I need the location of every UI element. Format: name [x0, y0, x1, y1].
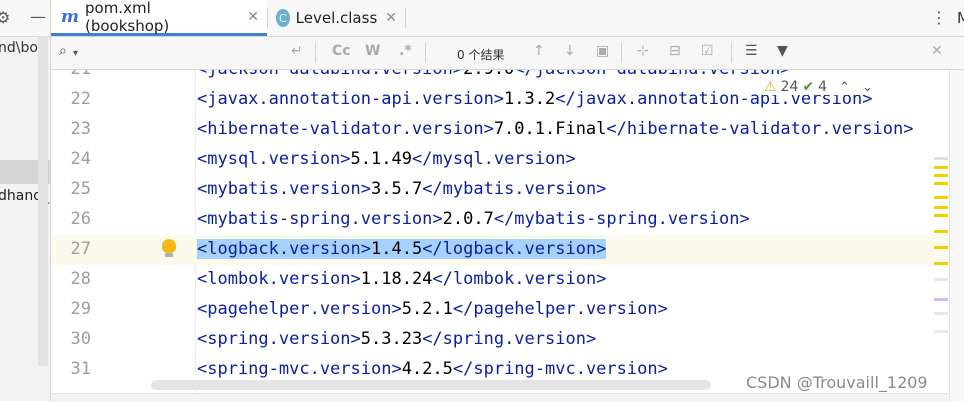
- warning-marker[interactable]: [934, 246, 948, 249]
- line-number: 22: [70, 89, 91, 109]
- chevron-down-icon[interactable]: ▾: [73, 48, 78, 59]
- find-bar-divider: [621, 43, 622, 63]
- code-line[interactable]: 24 <mysql.version>5.1.49</mysql.version>: [51, 145, 949, 175]
- lightbulb-base: [165, 253, 173, 257]
- line-number: 30: [70, 329, 91, 349]
- find-bar-divider: [315, 43, 316, 63]
- right-panel-label[interactable]: M: [957, 9, 964, 27]
- chevron-up-icon[interactable]: ⌃: [839, 80, 850, 95]
- warning-count: 24: [780, 79, 799, 95]
- warning-marker[interactable]: [934, 196, 948, 199]
- code-text[interactable]: <mybatis.version>3.5.7</mybatis.version>: [197, 179, 606, 199]
- open-in-window-icon[interactable]: ▣: [596, 43, 609, 59]
- chevron-down-icon[interactable]: ⌄: [862, 80, 873, 95]
- code-text[interactable]: <pagehelper.version>5.2.1</pagehelper.ve…: [197, 299, 668, 319]
- code-editor[interactable]: 21 <jackson-databind.version>2.9.0</jack…: [51, 70, 949, 401]
- words-button[interactable]: W: [365, 43, 380, 59]
- new-line-icon[interactable]: ↵: [291, 43, 303, 59]
- match-case-button[interactable]: Cc: [332, 43, 351, 59]
- close-icon[interactable]: ✕: [247, 9, 259, 25]
- find-bar-divider: [425, 43, 426, 63]
- maven-file-icon: m: [61, 6, 79, 27]
- warning-icon: ⚠: [764, 79, 777, 95]
- code-line[interactable]: 30 <spring.version>5.3.23</spring.versio…: [51, 325, 949, 355]
- project-panel-scrollbar[interactable]: [38, 36, 48, 366]
- line-number: 29: [70, 299, 91, 319]
- tab-label: pom.xml (bookshop): [85, 0, 170, 35]
- tab-divider: [405, 8, 406, 28]
- check-icon: ✔: [802, 79, 815, 95]
- tab-level-class[interactable]: C Level.class ✕: [268, 0, 405, 36]
- project-panel-toolbar: ⚙ —: [0, 0, 50, 37]
- code-line[interactable]: 25 <mybatis.version>3.5.7</mybatis.versi…: [51, 175, 949, 205]
- horizontal-scrollbar[interactable]: [151, 380, 711, 390]
- code-text[interactable]: <hibernate-validator.version>7.0.1.Final…: [197, 119, 913, 139]
- code-line-current[interactable]: 27 <logback.version>1.4.5</logback.versi…: [51, 235, 949, 265]
- regex-button[interactable]: .*: [399, 43, 412, 59]
- code-line[interactable]: 28 <lombok.version>1.18.24</lombok.versi…: [51, 265, 949, 295]
- more-tabs-icon[interactable]: ⋮: [931, 8, 947, 27]
- search-input[interactable]: [91, 43, 271, 61]
- line-number: 23: [70, 119, 91, 139]
- project-panel: ⚙ — nd\boo dhand_: [0, 0, 51, 401]
- editor-tab-bar: m pom.xml (bookshop) ✕ C Level.class ✕ ⋮…: [51, 0, 964, 37]
- selected-code-text[interactable]: <logback.version>1.4.5</logback.version>: [197, 239, 607, 259]
- remove-occurrence-icon[interactable]: ⊟: [669, 43, 681, 59]
- filter-icon[interactable]: ▼: [777, 43, 788, 59]
- warning-marker[interactable]: [934, 174, 948, 177]
- line-number: 27: [70, 239, 91, 259]
- warning-marker[interactable]: [934, 230, 948, 233]
- code-line[interactable]: 23 <hibernate-validator.version>7.0.1.Fi…: [51, 115, 949, 145]
- search-icon[interactable]: ⌕: [59, 43, 67, 59]
- warning-marker[interactable]: [934, 262, 948, 265]
- line-number: 28: [70, 269, 91, 289]
- warning-marker[interactable]: [934, 206, 948, 209]
- code-text[interactable]: <spring-mvc.version>4.2.5</spring-mvc.ve…: [197, 359, 668, 379]
- gear-icon[interactable]: ⚙: [0, 8, 10, 27]
- code-text[interactable]: <lombok.version>1.18.24</lombok.version>: [197, 269, 606, 289]
- hide-panel-icon[interactable]: —: [30, 7, 46, 26]
- warning-marker[interactable]: [934, 214, 948, 217]
- stripe-marker[interactable]: [934, 330, 948, 333]
- find-bar-divider: [731, 43, 732, 63]
- tab-pom-xml[interactable]: m pom.xml (bookshop) ✕: [51, 0, 267, 36]
- find-bar: ⌕ ▾ ↵ Cc W .* 0 个结果 ↑ ↓ ▣ ⊹ ⊟ ☑ ☰ ▼ ✕: [51, 37, 964, 70]
- line-number: 21: [51, 70, 91, 79]
- arrow-down-icon[interactable]: ↓: [564, 43, 576, 59]
- stripe-marker[interactable]: [934, 298, 948, 301]
- stripe-marker[interactable]: [934, 157, 948, 160]
- code-text[interactable]: <mybatis-spring.version>2.0.7</mybatis-s…: [197, 209, 750, 229]
- result-count: 0 个结果: [457, 48, 505, 62]
- inspection-widget[interactable]: ⚠ 24 ✔ 4 ⌃ ⌄: [760, 79, 877, 95]
- line-number: 31: [70, 359, 91, 379]
- stripe-marker[interactable]: [934, 278, 948, 281]
- close-icon[interactable]: ✕: [931, 43, 943, 59]
- code-text[interactable]: <spring.version>5.3.23</spring.version>: [197, 329, 596, 349]
- code-text[interactable]: <jackson-databind.version>2.9.0</jackson…: [197, 70, 791, 79]
- lightbulb-icon[interactable]: [162, 239, 176, 253]
- select-all-occurrences-icon[interactable]: ☑: [701, 43, 714, 59]
- arrow-up-icon[interactable]: ↑: [533, 43, 545, 59]
- warning-marker[interactable]: [934, 166, 948, 169]
- watermark: CSDN @Trouvaill_1209: [746, 373, 928, 392]
- in-selection-icon[interactable]: ☰: [745, 43, 758, 59]
- stripe-marker[interactable]: [934, 312, 948, 315]
- close-icon[interactable]: ✕: [385, 10, 397, 26]
- line-number: 24: [70, 149, 91, 169]
- warning-marker[interactable]: [934, 182, 948, 185]
- add-occurrence-icon[interactable]: ⊹: [637, 43, 649, 59]
- code-line[interactable]: 29 <pagehelper.version>5.2.1</pagehelper…: [51, 295, 949, 325]
- line-number: 25: [70, 179, 91, 199]
- line-number: 26: [70, 209, 91, 229]
- error-stripe[interactable]: [949, 70, 964, 401]
- code-text[interactable]: <mysql.version>5.1.49</mysql.version>: [197, 149, 576, 169]
- code-line[interactable]: 26 <mybatis-spring.version>2.0.7</mybati…: [51, 205, 949, 235]
- tab-label: Level.class: [295, 9, 378, 27]
- class-file-icon: C: [276, 9, 290, 27]
- ok-count: 4: [818, 79, 828, 95]
